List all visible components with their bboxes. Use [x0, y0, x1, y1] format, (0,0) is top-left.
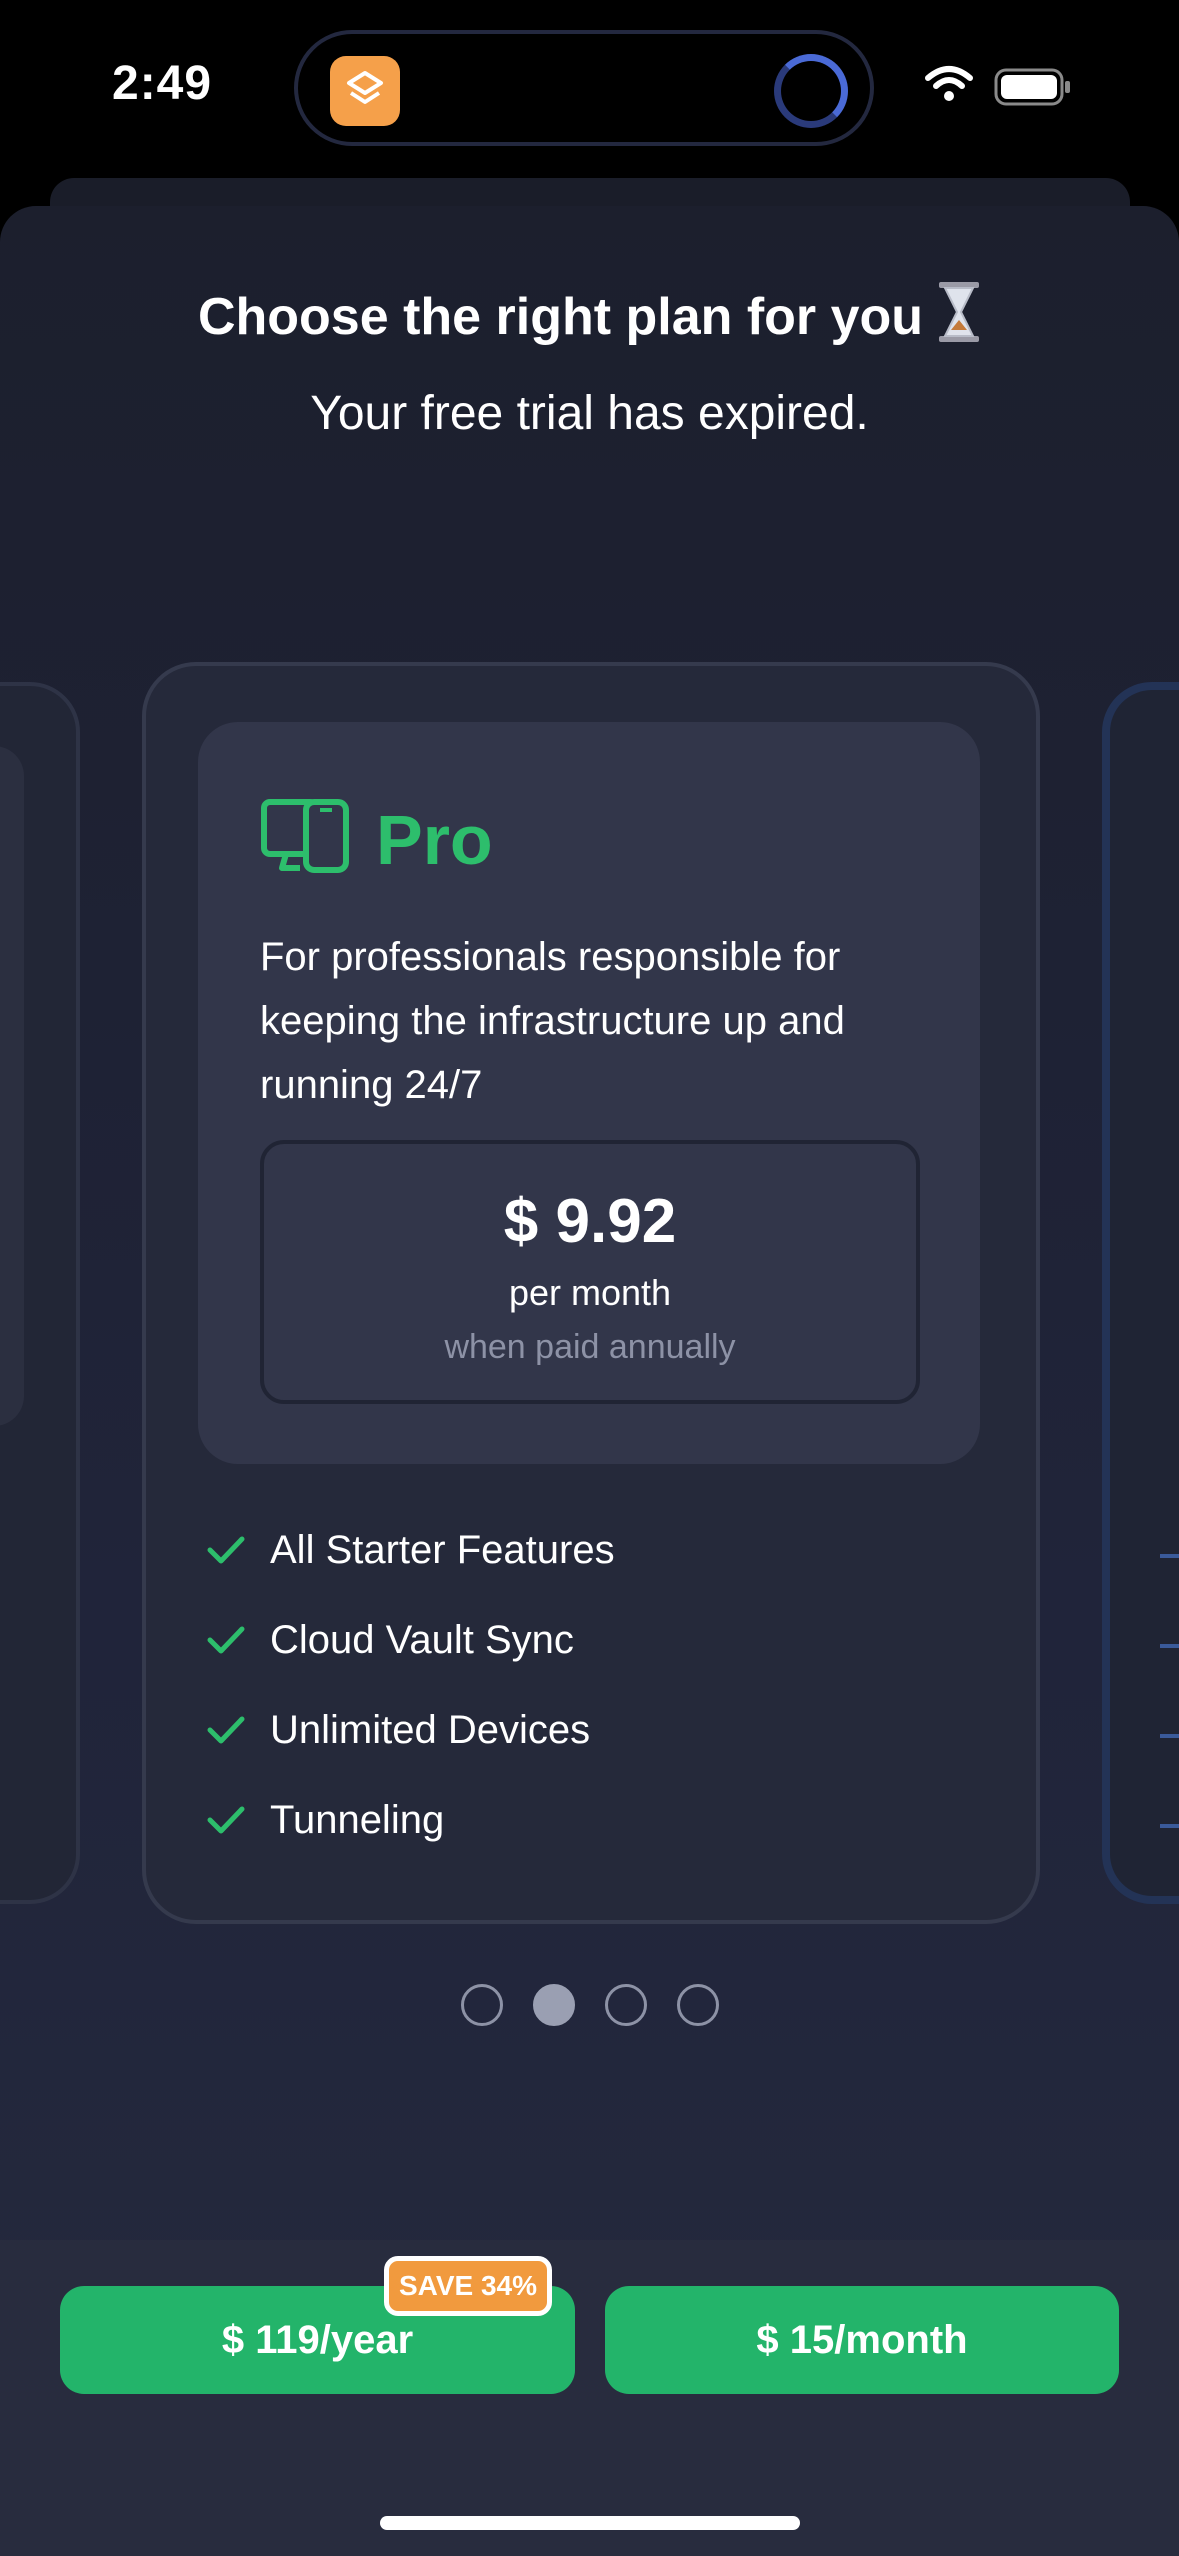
plan-description: For professionals responsible for keepin… — [260, 935, 845, 1107]
dynamic-island — [294, 30, 874, 146]
page-dot-1[interactable] — [461, 1984, 503, 2026]
side-card-check — [1160, 1708, 1179, 1738]
feature-label: All Starter Features — [270, 1528, 615, 1572]
page-dot-3[interactable] — [605, 1984, 647, 2026]
hourglass-icon — [939, 282, 980, 342]
check-icon — [207, 1536, 245, 1564]
trial-expired-message: Your free trial has expired. — [310, 387, 869, 440]
activity-ring-icon — [774, 54, 848, 128]
price-box: $ 9.92 per month when paid annually — [260, 1140, 920, 1404]
devices-icon — [261, 799, 349, 873]
side-card-check — [1160, 1618, 1179, 1648]
page-title-text: Choose the right plan for you — [197, 288, 924, 346]
home-indicator[interactable] — [380, 2516, 800, 2530]
screen: 2:49 Choose the right plan for you Your … — [0, 0, 1179, 2556]
side-card-check — [1160, 1528, 1179, 1558]
price-period: per month — [508, 1272, 672, 1313]
check-icon — [207, 1626, 245, 1654]
status-time: 2:49 — [112, 57, 213, 110]
feature-label: Tunneling — [270, 1798, 445, 1842]
plan-name: Pro — [376, 801, 493, 879]
plan-card-previous[interactable] — [0, 682, 80, 1904]
feature-label: Cloud Vault Sync — [270, 1618, 574, 1662]
side-card-check — [1160, 1798, 1179, 1828]
page-dot-4[interactable] — [677, 1984, 719, 2026]
feature-label: Unlimited Devices — [270, 1708, 591, 1752]
check-icon — [207, 1806, 245, 1834]
page-title: Choose the right plan for you — [0, 282, 1179, 347]
plan-price: $ 9.92 — [503, 1187, 677, 1256]
page-dot-2-active[interactable] — [533, 1984, 575, 2026]
save-badge: SAVE 34% — [384, 2256, 552, 2316]
monthly-purchase-button[interactable]: $ 15/month — [605, 2286, 1119, 2394]
wifi-icon — [925, 66, 973, 101]
shortcuts-app-icon — [330, 56, 400, 126]
price-note: when paid annually — [444, 1328, 736, 1366]
check-icon — [207, 1716, 245, 1744]
battery-icon — [994, 68, 1070, 106]
